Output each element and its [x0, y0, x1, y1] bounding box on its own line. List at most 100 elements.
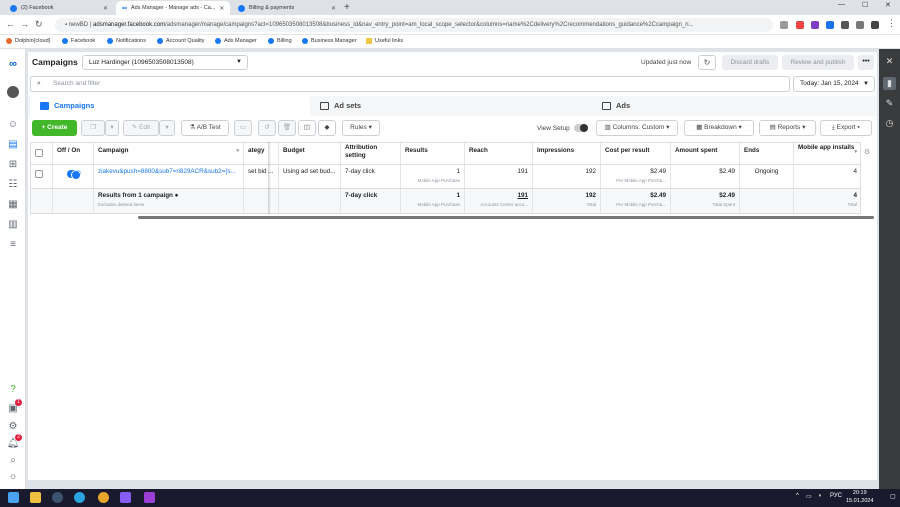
column-header-impressions[interactable]: Impressions	[533, 143, 601, 164]
volume-icon[interactable]: ◖	[818, 493, 822, 499]
column-header-reach[interactable]: Reach	[465, 143, 533, 164]
tag-button[interactable]: ◆	[318, 120, 336, 136]
column-header-mobile-installs[interactable]: Mobile app installs ▾	[794, 143, 860, 164]
reports-button[interactable]: ▤ Reports ▾	[759, 120, 816, 136]
new-tab-button[interactable]: +	[344, 2, 350, 13]
ab-test-button[interactable]: ⚗ A/B Test	[181, 120, 229, 136]
column-header-ends[interactable]: Ends	[740, 143, 794, 164]
window-close-icon[interactable]: ✕	[885, 1, 891, 9]
create-button[interactable]: + Create	[32, 120, 77, 136]
reports-icon[interactable]: ▥	[6, 217, 20, 231]
delete-button[interactable]: 🗑︎	[278, 120, 296, 136]
meta-logo-icon[interactable]: ∞	[6, 57, 20, 71]
review-and-publish-button[interactable]: Review and publish	[782, 55, 854, 70]
dashboard-icon[interactable]: ☺	[6, 117, 20, 131]
more-options-button[interactable]: •••	[858, 55, 874, 70]
bookmark-facebook[interactable]: Facebook	[62, 38, 95, 44]
chrome-icon[interactable]	[98, 492, 109, 503]
bookmark-billing[interactable]: Billing	[268, 38, 292, 44]
notifications-icon[interactable]: ▣ 1	[6, 399, 22, 415]
charts-icon[interactable]: ▮	[883, 77, 896, 90]
archive-button[interactable]: ▭	[234, 120, 252, 136]
column-header-amount-spent[interactable]: Amount spent	[671, 143, 740, 164]
avatar[interactable]	[6, 85, 20, 99]
tray-chevron-icon[interactable]: ^	[796, 493, 799, 499]
close-icon[interactable]: ✕	[331, 5, 336, 12]
search-and-filter-input[interactable]: ⌕ Search and filter	[30, 76, 790, 92]
duplicate-dropdown[interactable]: ▾	[105, 120, 119, 136]
grid-icon[interactable]: ⊞	[6, 157, 20, 171]
rules-button[interactable]: Rules ▾	[342, 120, 380, 136]
column-header-campaign[interactable]: Campaign ▾	[94, 143, 244, 164]
close-icon[interactable]: ✕	[219, 5, 224, 12]
preview-button[interactable]: ◫	[298, 120, 316, 136]
close-icon[interactable]: ✕	[103, 5, 108, 12]
close-panel-icon[interactable]: ✕	[883, 55, 896, 68]
tab-campaigns[interactable]: Campaigns	[30, 96, 310, 116]
edit-dropdown[interactable]: ▾	[159, 120, 175, 136]
select-all-checkbox[interactable]	[31, 143, 53, 164]
back-icon[interactable]: ←	[6, 19, 15, 29]
search-icon[interactable]: ⌕	[6, 453, 20, 467]
row-checkbox[interactable]	[31, 165, 53, 188]
alerts-bell-icon[interactable]: 🔔︎ 2	[6, 434, 22, 450]
app-icon[interactable]	[120, 492, 131, 503]
share-icon[interactable]	[780, 21, 788, 29]
column-header-off-on[interactable]: Off / On	[53, 143, 94, 164]
telegram-icon[interactable]	[74, 492, 85, 503]
browser-tab-facebook[interactable]: (2) Facebook ✕	[4, 1, 114, 15]
sidebar-icon[interactable]	[856, 21, 864, 29]
clock[interactable]: 20:19 15.01.2024	[846, 490, 874, 505]
steam-icon[interactable]	[52, 492, 63, 503]
bookmark-useful-links[interactable]: Useful links	[366, 38, 403, 44]
billing-icon[interactable]: ▦	[6, 197, 20, 211]
column-header-results[interactable]: Results	[401, 143, 465, 164]
profile-icon[interactable]	[871, 21, 879, 29]
tab-ads[interactable]: Ads	[592, 96, 875, 116]
duplicate-button[interactable]: ❐	[81, 120, 105, 136]
reload-icon[interactable]: ↻	[35, 19, 43, 30]
forward-icon[interactable]: →	[20, 19, 29, 29]
app-icon[interactable]	[144, 492, 155, 503]
undo-button[interactable]: ↺	[258, 120, 276, 136]
notification-center-icon[interactable]: ▢	[890, 493, 896, 500]
table-row[interactable]: ziakevu&push=8800&sub7=ri829ACR&sub2={s.…	[31, 165, 860, 189]
bookmark-business-manager[interactable]: Business Manager	[302, 38, 357, 44]
breakdown-button[interactable]: ▦ Breakdown ▾	[684, 120, 754, 136]
column-header-bid-strategy[interactable]: ategy	[244, 143, 279, 164]
bookmark-account-quality[interactable]: Account Quality	[157, 38, 205, 44]
help-icon[interactable]: ?	[6, 382, 20, 396]
puzzle-icon[interactable]	[841, 21, 849, 29]
campaigns-table-icon[interactable]: ▤	[6, 137, 20, 151]
column-header-cost-per-result[interactable]: Cost per result	[601, 143, 671, 164]
bookmark-dolphin[interactable]: Dolphin{cloud}	[6, 38, 50, 44]
minimize-icon[interactable]: —	[838, 1, 845, 8]
discard-drafts-button[interactable]: Discard drafts	[722, 55, 778, 70]
language-indicator[interactable]: РУС	[830, 493, 842, 499]
refresh-button[interactable]: ↻	[698, 55, 716, 70]
info-icon[interactable]: ●	[175, 192, 179, 199]
column-header-budget[interactable]: Budget	[279, 143, 341, 164]
column-header-attribution[interactable]: Attribution setting	[341, 143, 401, 164]
horizontal-scrollbar[interactable]	[138, 216, 874, 219]
browser-tab-billing[interactable]: Billing & payments ✕	[232, 1, 342, 15]
extension-icon[interactable]	[811, 21, 819, 29]
extension-icon[interactable]	[796, 21, 804, 29]
tab-ad-sets[interactable]: Ad sets	[310, 96, 592, 116]
maximize-icon[interactable]: ☐	[862, 1, 868, 9]
columns-button[interactable]: ▥ Columns: Custom ▾	[596, 120, 678, 136]
ad-account-selector[interactable]: Luz Hardinger (1096503508013508) ▼	[82, 55, 248, 70]
campaign-name-link[interactable]: ziakevu&push=8800&sub7=ri829ACR&sub2={s.…	[94, 165, 244, 188]
edit-pencil-icon[interactable]: ✎	[883, 97, 896, 110]
edit-button[interactable]: ✎ Edit	[123, 120, 159, 136]
start-icon[interactable]	[8, 492, 19, 503]
bookmark-ads-manager[interactable]: Ads Manager	[215, 38, 257, 44]
kebab-menu-icon[interactable]: ⋮	[887, 18, 896, 29]
browser-tab-ads-manager[interactable]: ∞ Ads Manager - Manage ads - Ca... ✕	[116, 1, 230, 15]
history-icon[interactable]: ◷	[883, 117, 896, 130]
file-explorer-icon[interactable]	[30, 492, 41, 503]
extension-icon[interactable]	[826, 21, 834, 29]
campaign-toggle[interactable]	[53, 165, 94, 188]
bookmark-notifications[interactable]: Notifications	[107, 38, 146, 44]
url-field[interactable]: ▪ newBD | adsmanager.facebook.com/adsman…	[55, 18, 773, 32]
